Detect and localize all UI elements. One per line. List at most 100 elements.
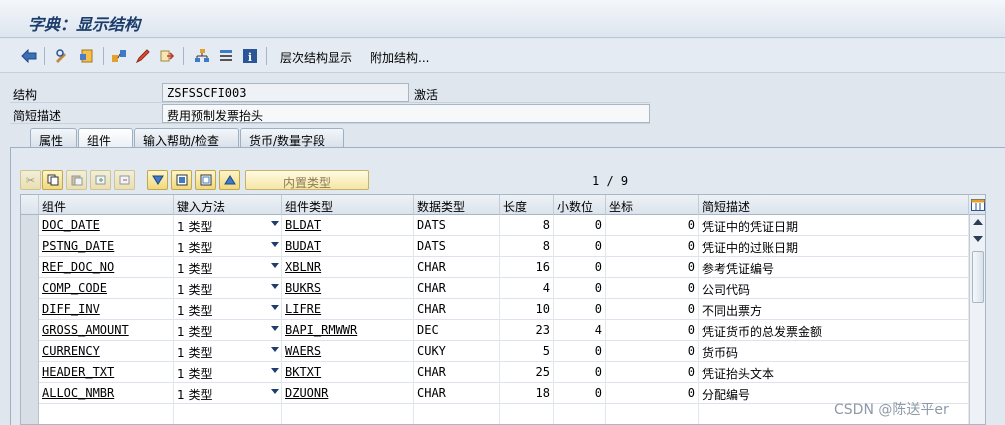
- component-cell[interactable]: HEADER_TXT: [39, 362, 174, 383]
- list-icon[interactable]: [217, 47, 235, 65]
- scroll-thumb[interactable]: [972, 251, 984, 303]
- deselect-all-icon[interactable]: [195, 170, 216, 190]
- component-type-cell[interactable]: LIFRE: [282, 299, 414, 320]
- row-selector[interactable]: [21, 341, 39, 362]
- filter-down-icon[interactable]: [147, 170, 168, 190]
- table-row[interactable]: DIFF_INV 1 类型 LIFRE CHAR 10 0 0 不同出票方: [21, 299, 969, 320]
- builtin-type-button[interactable]: 内置类型: [245, 170, 369, 190]
- component-cell[interactable]: DIFF_INV: [39, 299, 174, 320]
- hierarchy-display-button[interactable]: 层次结构显示: [280, 49, 352, 66]
- other-object-icon[interactable]: [78, 47, 96, 65]
- back-icon[interactable]: [20, 47, 38, 65]
- row-selector[interactable]: [21, 320, 39, 341]
- table-row[interactable]: GROSS_AMOUNT 1 类型 BAPI_RMWWR DEC 23 4 0 凭证货币的总发…: [21, 320, 969, 341]
- column-header-typing-method[interactable]: 键入方法: [174, 195, 282, 215]
- component-cell[interactable]: ALLOC_NMBR: [39, 383, 174, 404]
- short-description-field[interactable]: 费用预制发票抬头: [162, 104, 650, 123]
- scroll-down-icon[interactable]: [973, 236, 983, 242]
- typing-method-cell[interactable]: 1 类型: [174, 236, 282, 257]
- tab-input-help-check[interactable]: 输入帮助/检查: [134, 128, 239, 148]
- component-type-cell[interactable]: [282, 404, 414, 424]
- column-header-data-type[interactable]: 数据类型: [414, 195, 500, 215]
- hierarchy-icon[interactable]: [193, 47, 211, 65]
- row-selector[interactable]: [21, 383, 39, 404]
- component-cell[interactable]: GROSS_AMOUNT: [39, 320, 174, 341]
- append-structure-button[interactable]: 附加结构...: [370, 49, 429, 66]
- select-all-column[interactable]: [21, 195, 39, 215]
- component-type-cell[interactable]: DZUONR: [282, 383, 414, 404]
- component-type-cell[interactable]: XBLNR: [282, 257, 414, 278]
- row-selector[interactable]: [21, 362, 39, 383]
- chevron-down-icon[interactable]: [271, 305, 279, 310]
- column-header-decimals[interactable]: 小数位: [554, 195, 606, 215]
- delete-row-icon[interactable]: [114, 170, 135, 190]
- component-cell[interactable]: CURRENCY: [39, 341, 174, 362]
- table-row[interactable]: ALLOC_NMBR 1 类型 DZUONR CHAR 18 0 0 分配编号: [21, 383, 969, 404]
- table-row[interactable]: PSTNG_DATE 1 类型 BUDAT DATS 8 0 0 凭证中的过账日期: [21, 236, 969, 257]
- chevron-down-icon[interactable]: [271, 326, 279, 331]
- row-selector[interactable]: [21, 404, 39, 424]
- tab-currency-quantity-fields[interactable]: 货币/数量字段: [240, 128, 344, 148]
- chevron-down-icon[interactable]: [271, 368, 279, 373]
- select-all-icon[interactable]: [171, 170, 192, 190]
- typing-method-cell[interactable]: 1 类型: [174, 299, 282, 320]
- navigate-icon[interactable]: [158, 47, 176, 65]
- where-used-icon[interactable]: [110, 47, 128, 65]
- chevron-down-icon[interactable]: [271, 284, 279, 289]
- component-cell[interactable]: PSTNG_DATE: [39, 236, 174, 257]
- display-change-icon[interactable]: [53, 47, 71, 65]
- column-config-icon[interactable]: [969, 195, 985, 215]
- paste-icon[interactable]: [66, 170, 87, 190]
- typing-method-cell[interactable]: 1 类型: [174, 383, 282, 404]
- component-type-cell[interactable]: BAPI_RMWWR: [282, 320, 414, 341]
- row-selector[interactable]: [21, 299, 39, 320]
- component-cell[interactable]: DOC_DATE: [39, 215, 174, 236]
- component-type-cell[interactable]: WAERS: [282, 341, 414, 362]
- vertical-scrollbar[interactable]: [969, 215, 985, 424]
- table-row[interactable]: CURRENCY 1 类型 WAERS CUKY 5 0 0 货币码: [21, 341, 969, 362]
- table-row[interactable]: REF_DOC_NO 1 类型 XBLNR CHAR 16 0 0 参考凭证编号: [21, 257, 969, 278]
- row-selector[interactable]: [21, 257, 39, 278]
- component-type-cell[interactable]: BUKRS: [282, 278, 414, 299]
- scroll-top-icon[interactable]: [219, 170, 240, 190]
- column-header-length[interactable]: 长度: [500, 195, 554, 215]
- row-selector[interactable]: [21, 236, 39, 257]
- chevron-down-icon[interactable]: [271, 263, 279, 268]
- table-row[interactable]: [21, 404, 969, 424]
- insert-row-icon[interactable]: [90, 170, 111, 190]
- component-cell[interactable]: COMP_CODE: [39, 278, 174, 299]
- chevron-down-icon[interactable]: [271, 389, 279, 394]
- component-type-cell[interactable]: BKTXT: [282, 362, 414, 383]
- scroll-up-icon[interactable]: [973, 219, 983, 225]
- chevron-down-icon[interactable]: [271, 242, 279, 247]
- row-selector[interactable]: [21, 215, 39, 236]
- info-icon[interactable]: i: [241, 47, 259, 65]
- typing-method-cell[interactable]: 1 类型: [174, 362, 282, 383]
- component-cell[interactable]: REF_DOC_NO: [39, 257, 174, 278]
- component-cell[interactable]: [39, 404, 174, 424]
- row-selector[interactable]: [21, 278, 39, 299]
- column-header-coordinate[interactable]: 坐标: [606, 195, 699, 215]
- chevron-down-icon[interactable]: [271, 347, 279, 352]
- cut-icon[interactable]: ✂: [20, 170, 41, 190]
- table-row[interactable]: COMP_CODE 1 类型 BUKRS CHAR 4 0 0 公司代码: [21, 278, 969, 299]
- typing-method-cell[interactable]: 1 类型: [174, 278, 282, 299]
- structure-field[interactable]: ZSFSSCFI003: [162, 83, 409, 102]
- edit-icon[interactable]: [134, 47, 152, 65]
- column-header-short-description[interactable]: 简短描述: [699, 195, 969, 215]
- typing-method-cell[interactable]: 1 类型: [174, 320, 282, 341]
- tab-components[interactable]: 组件: [78, 128, 133, 148]
- typing-method-cell[interactable]: [174, 404, 282, 424]
- typing-method-cell[interactable]: 1 类型: [174, 215, 282, 236]
- copy-icon[interactable]: [42, 170, 63, 190]
- table-row[interactable]: DOC_DATE 1 类型 BLDAT DATS 8 0 0 凭证中的凭证日期: [21, 215, 969, 236]
- typing-method-cell[interactable]: 1 类型: [174, 257, 282, 278]
- table-row[interactable]: HEADER_TXT 1 类型 BKTXT CHAR 25 0 0 凭证抬头文本: [21, 362, 969, 383]
- component-type-cell[interactable]: BLDAT: [282, 215, 414, 236]
- chevron-down-icon[interactable]: [271, 221, 279, 226]
- tab-attributes[interactable]: 属性: [30, 128, 77, 148]
- column-header-component-type[interactable]: 组件类型: [282, 195, 414, 215]
- column-header-component[interactable]: 组件: [39, 195, 174, 215]
- typing-method-cell[interactable]: 1 类型: [174, 341, 282, 362]
- component-type-cell[interactable]: BUDAT: [282, 236, 414, 257]
